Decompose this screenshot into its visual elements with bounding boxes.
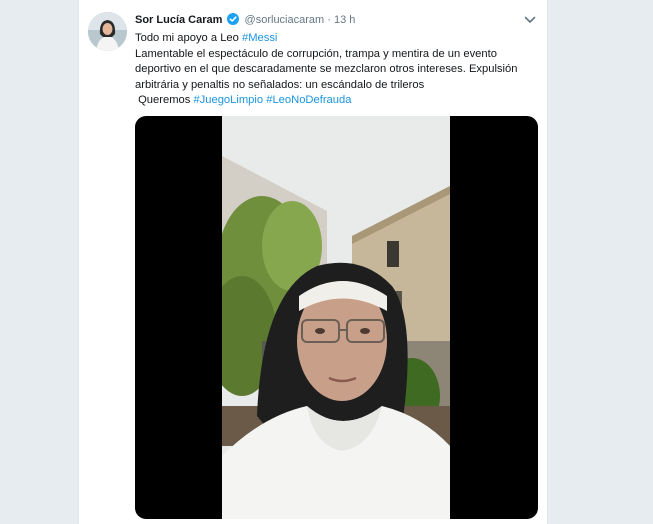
hashtag-juegolimpio[interactable]: #JuegoLimpio: [193, 94, 263, 106]
avatar[interactable]: [88, 12, 127, 51]
tweet-line-1: Todo mi apoyo a Leo #Messi: [135, 31, 535, 47]
separator-dot: ·: [327, 14, 331, 26]
hashtag-leonodefrauda[interactable]: #LeoNoDefrauda: [266, 94, 351, 106]
tweet-line-3: Queremos #JuegoLimpio #LeoNoDefrauda: [135, 93, 535, 109]
verified-badge-icon: [227, 13, 240, 30]
avatar-image: [88, 12, 127, 51]
timestamp[interactable]: 13 h: [334, 14, 355, 26]
hashtag-messi[interactable]: #Messi: [242, 32, 277, 44]
tweet-text: Todo mi apoyo a Leo #Messi Lamentable el…: [135, 31, 535, 109]
tweet-line-2: Lamentable el espectáculo de corrupción,…: [135, 47, 518, 91]
tweet-card[interactable]: Sor Lucía Caram @sorluciacaram · 13 h To…: [78, 0, 548, 524]
tweet-header: Sor Lucía Caram @sorluciacaram · 13 h: [135, 12, 537, 28]
chevron-down-icon[interactable]: [523, 14, 537, 26]
author-name[interactable]: Sor Lucía Caram: [135, 14, 222, 26]
tweet-line-1-text: Todo mi apoyo a Leo: [135, 32, 242, 44]
video-frame: [222, 116, 450, 519]
video-player[interactable]: [135, 116, 538, 519]
author-handle[interactable]: @sorluciacaram: [245, 14, 325, 26]
video-still: [222, 116, 450, 519]
tweet-line-3-prefix: Queremos: [135, 94, 194, 106]
